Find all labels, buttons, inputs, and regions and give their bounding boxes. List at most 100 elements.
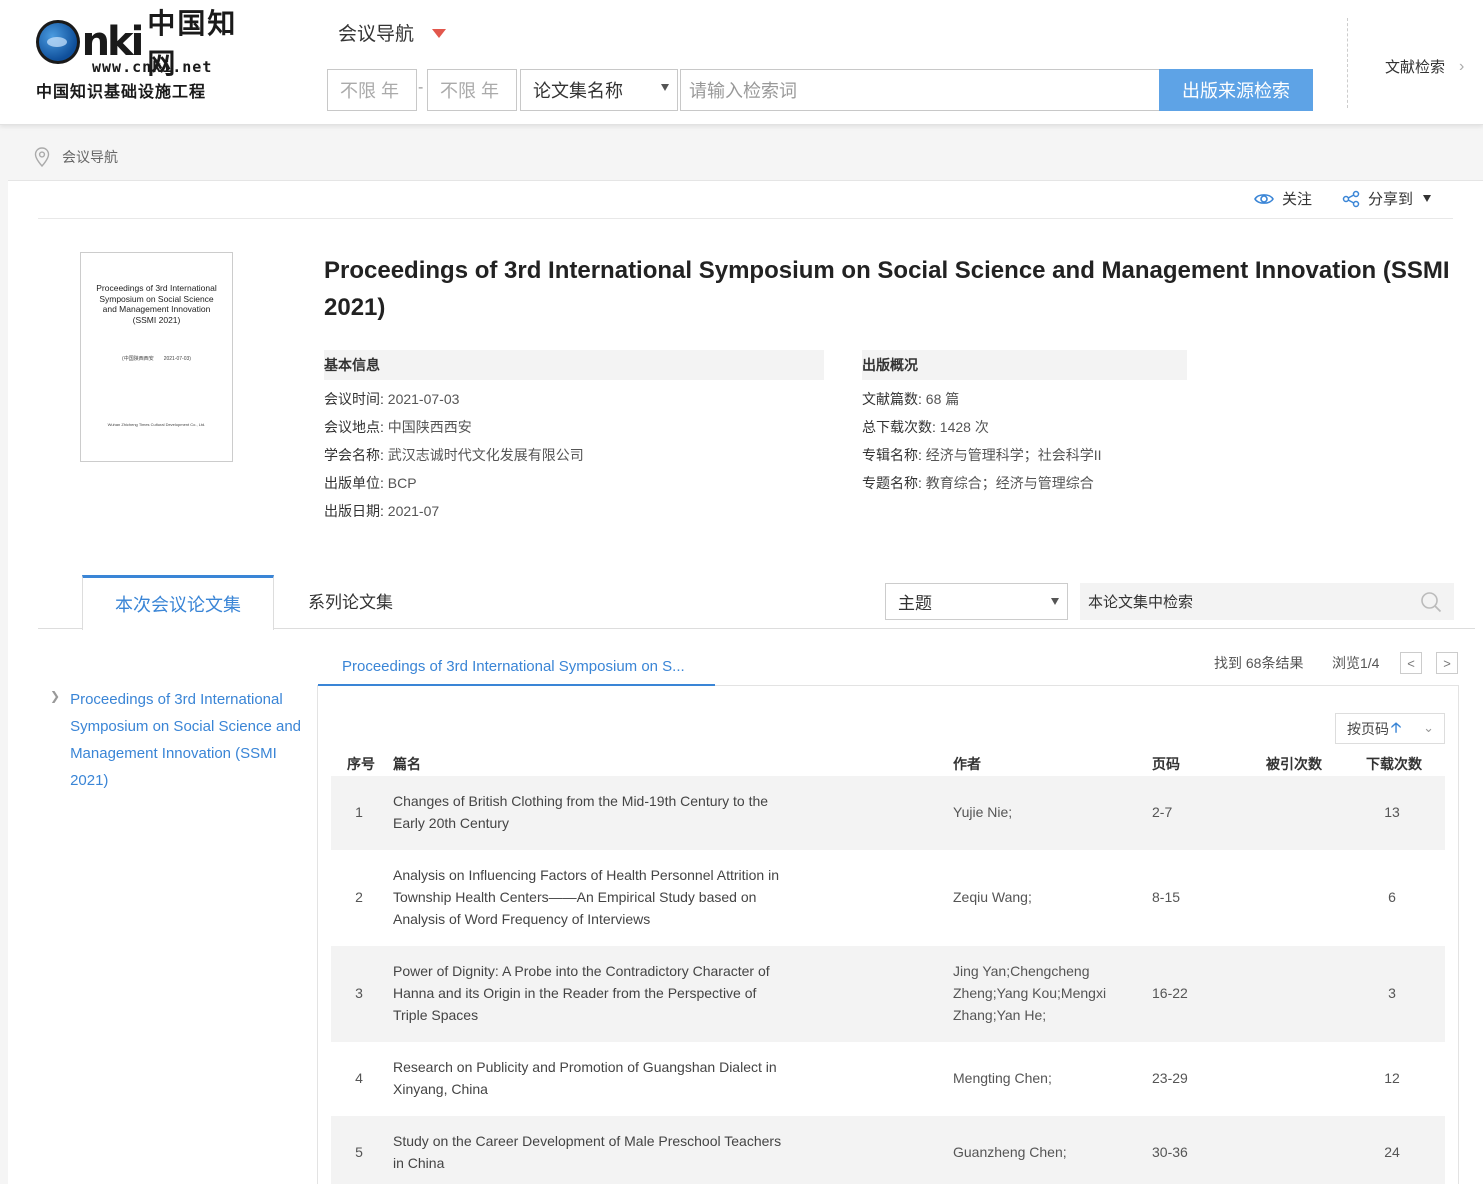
col-header-pages[interactable]: 页码	[1152, 754, 1180, 774]
row-no: 5	[355, 1144, 363, 1160]
globe-logo-icon	[36, 20, 80, 64]
results-count: 找到 68条结果	[1214, 655, 1304, 671]
doc-search-link[interactable]: 文献检索 ›	[1385, 56, 1464, 77]
row-title-link[interactable]: Study on the Career Development of Male …	[393, 1130, 793, 1174]
year-dash: -	[418, 79, 424, 96]
next-page-button[interactable]: >	[1436, 652, 1458, 674]
select-arrow-icon	[661, 84, 669, 91]
tree-item-proceedings[interactable]: Proceedings of 3rd International Symposi…	[70, 686, 310, 794]
location-pin-icon	[34, 147, 50, 167]
chevron-down-icon: ⌄	[1423, 720, 1434, 735]
nav-dropdown-label: 会议导航	[338, 24, 415, 45]
table-row: 4 Research on Publicity and Promotion of…	[331, 1042, 1445, 1116]
row-no: 1	[355, 804, 363, 820]
breadcrumb-label[interactable]: 会议导航	[62, 147, 118, 167]
results-tab[interactable]: Proceedings of 3rd International Symposi…	[318, 648, 715, 686]
row-author[interactable]: Zeqiu Wang;	[953, 886, 1133, 908]
pub-info-heading: 出版概况	[862, 350, 1187, 380]
triangle-down-icon	[432, 29, 447, 38]
row-title-link[interactable]: Power of Dignity: A Probe into the Contr…	[393, 960, 793, 1026]
row-downloads: 6	[1388, 889, 1396, 905]
row-title-link[interactable]: Changes of British Clothing from the Mid…	[393, 790, 793, 834]
cnki-logo[interactable]: nki 中国知网 www.cnki.net 中国知识基础设施工程	[36, 7, 266, 101]
info-row: 专题名称: 教育综合；经济与管理综合	[862, 475, 1094, 491]
basic-info-heading: 基本信息	[324, 350, 824, 380]
row-title-link[interactable]: Analysis on Influencing Factors of Healt…	[393, 864, 793, 930]
row-no: 2	[355, 889, 363, 905]
doc-search-label: 文献检索	[1385, 59, 1446, 76]
follow-button[interactable]: 关注	[1254, 188, 1312, 209]
info-row: 总下载次数: 1428 次	[862, 419, 989, 435]
col-header-cited[interactable]: 被引次数	[1266, 754, 1322, 774]
row-author[interactable]: Yujie Nie;	[953, 801, 1133, 823]
breadcrumb: 会议导航	[34, 147, 118, 167]
row-author[interactable]: Guanzheng Chen;	[953, 1141, 1133, 1163]
row-no: 4	[355, 1070, 363, 1086]
info-row: 会议地点: 中国陕西西安	[324, 419, 472, 435]
pub-info-list: 文献篇数: 68 篇 总下载次数: 1428 次 专辑名称: 经济与管理科学；社…	[862, 385, 1102, 497]
cover-title: Proceedings of 3rd International Symposi…	[96, 283, 217, 325]
chevron-right-icon: ❯	[50, 689, 61, 703]
info-row: 出版单位: BCP	[324, 475, 417, 491]
field-select[interactable]: 论文集名称	[520, 69, 678, 111]
arrow-up-icon: 🡡	[1391, 718, 1402, 735]
share-button[interactable]: 分享到	[1342, 188, 1431, 209]
triangle-down-icon	[1423, 195, 1431, 202]
row-downloads: 13	[1384, 804, 1400, 820]
source-search-button[interactable]: 出版来源检索	[1159, 69, 1313, 111]
logo-slogan: 中国知识基础设施工程	[36, 82, 207, 101]
field-select-value: 论文集名称	[533, 81, 623, 101]
search-icon[interactable]	[1420, 591, 1442, 613]
info-row: 会议时间: 2021-07-03	[324, 391, 460, 407]
row-pages: 23-29	[1152, 1070, 1188, 1086]
row-pages: 30-36	[1152, 1144, 1188, 1160]
table-row: 5 Study on the Career Development of Mal…	[331, 1116, 1445, 1184]
sort-label: 按页码	[1347, 720, 1389, 737]
year-to-select[interactable]: 不限 年	[427, 69, 517, 111]
follow-label: 关注	[1281, 191, 1312, 208]
row-author[interactable]: Mengting Chen;	[953, 1067, 1133, 1089]
row-no: 3	[355, 985, 363, 1001]
row-downloads: 24	[1384, 1144, 1400, 1160]
tab-series-proceedings[interactable]: 系列论文集	[308, 588, 393, 613]
prev-page-button[interactable]: <	[1400, 652, 1422, 674]
info-row: 出版日期: 2021-07	[324, 503, 440, 519]
share-label: 分享到	[1367, 191, 1413, 208]
year-from-select[interactable]: 不限 年	[327, 69, 417, 111]
action-divider	[38, 218, 1453, 219]
keyword-input[interactable]: 请输入检索词	[680, 69, 1160, 111]
page-title: Proceedings of 3rd International Symposi…	[324, 257, 1450, 321]
proceedings-cover[interactable]: Proceedings of 3rd International Symposi…	[80, 252, 233, 462]
row-downloads: 3	[1388, 985, 1396, 1001]
row-author[interactable]: Jing Yan;Chengcheng Zheng;Yang Kou;Mengx…	[953, 960, 1133, 1026]
in-proceedings-search-placeholder: 本论文集中检索	[1088, 594, 1194, 611]
info-row: 学会名称: 武汉志诚时代文化发展有限公司	[324, 447, 584, 463]
topic-select[interactable]: 主题	[885, 583, 1068, 620]
in-proceedings-search-input[interactable]: 本论文集中检索	[1080, 583, 1454, 620]
info-row: 专辑名称: 经济与管理科学；社会科学II	[862, 447, 1102, 463]
col-header-author: 作者	[953, 756, 981, 772]
share-icon	[1342, 190, 1360, 207]
action-bar: 关注 分享到	[1224, 188, 1431, 209]
proceedings-tree: ❯ Proceedings of 3rd International Sympo…	[50, 686, 310, 794]
row-title-link[interactable]: Research on Publicity and Promotion of G…	[393, 1056, 793, 1100]
table-row: 2 Analysis on Influencing Factors of Hea…	[331, 850, 1445, 946]
chevron-right-icon: ›	[1459, 57, 1465, 75]
nav-dropdown[interactable]: 会议导航	[338, 19, 447, 46]
tab-current-proceedings[interactable]: 本次会议论文集	[82, 575, 274, 630]
sort-by-page-button[interactable]: 按页码 🡡 ⌄	[1335, 713, 1445, 744]
table-row: 1 Changes of British Clothing from the M…	[331, 776, 1445, 850]
row-pages: 8-15	[1152, 889, 1181, 905]
row-pages: 16-22	[1152, 985, 1188, 1001]
col-header-title: 篇名	[393, 756, 421, 772]
col-header-downloads[interactable]: 下载次数	[1366, 754, 1422, 774]
cover-location: (中国陕西西安 2021-07-03)	[122, 356, 191, 362]
eye-icon	[1254, 193, 1274, 204]
select-arrow-icon	[1051, 598, 1059, 605]
topic-select-value: 主题	[898, 594, 932, 613]
col-header-no: 序号	[347, 756, 375, 772]
cover-publisher: Wuhan Zhicheng Times Cultural Developmen…	[107, 422, 206, 427]
header-divider	[1347, 18, 1348, 108]
page-indicator: 浏览1/4	[1332, 655, 1380, 671]
basic-info-list: 会议时间: 2021-07-03 会议地点: 中国陕西西安 学会名称: 武汉志诚…	[324, 385, 584, 525]
